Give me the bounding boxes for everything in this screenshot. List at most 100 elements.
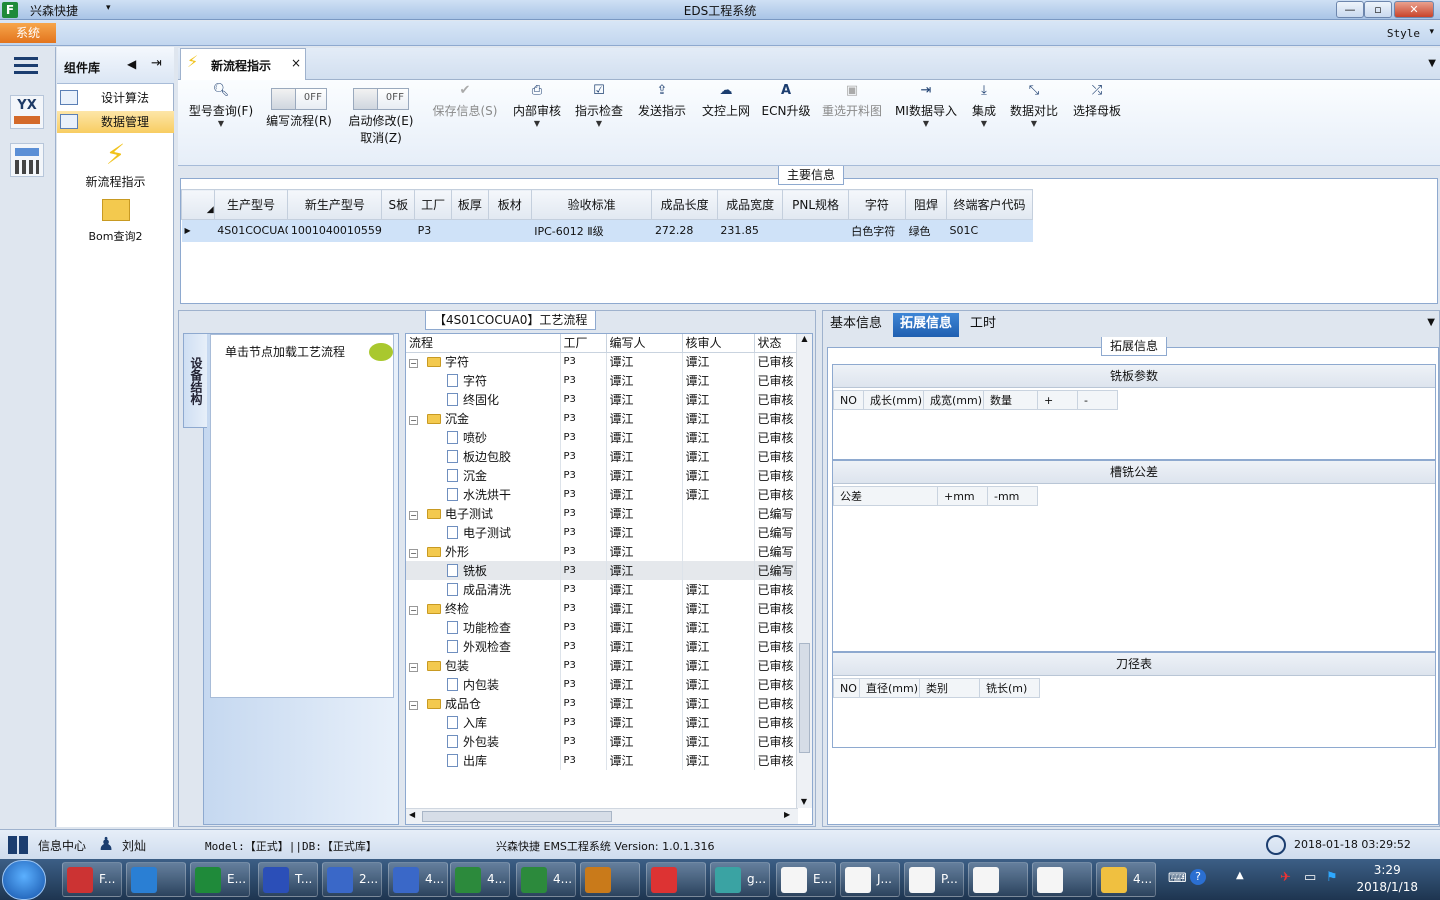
tab-work-hours[interactable]: 工时 (963, 313, 1003, 337)
sub-column-header[interactable]: NO (833, 390, 864, 410)
info-center-label[interactable]: 信息中心 (38, 837, 86, 854)
component-new-flow-instruction[interactable]: ⚡ 新流程指示 (57, 137, 174, 190)
table-cell[interactable] (381, 219, 415, 242)
collapse-node-icon[interactable]: − (409, 549, 418, 558)
sub-column-header[interactable]: 成长(mm) (863, 390, 924, 410)
taskbar-item[interactable]: 2... (322, 862, 382, 897)
scroll-right-icon[interactable]: ▶ (784, 810, 790, 819)
column-header[interactable]: 验收标准 (530, 189, 653, 220)
info-center-icon[interactable] (8, 836, 28, 854)
taskbar-item[interactable] (1032, 862, 1092, 897)
tray-app-icon[interactable]: ⚑ (1326, 870, 1338, 885)
tab-new-flow-instruction[interactable]: ⚡ 新流程指示 × (180, 48, 306, 80)
collapse-node-icon[interactable]: − (409, 663, 418, 672)
taskbar-item[interactable] (126, 862, 186, 897)
tree-node[interactable]: − 字符 P3 谭江 谭江 已审核 (406, 352, 799, 371)
tree-node[interactable]: 内包装 P3 谭江 谭江 已审核 (406, 675, 799, 694)
model-query-button[interactable]: 🔍︎ 型号查询(F) ▼ (184, 80, 258, 160)
tree-node[interactable]: 沉金 P3 谭江 谭江 已审核 (406, 466, 799, 485)
sub-column-header[interactable]: 铣长(m) (979, 678, 1040, 698)
component-item-data-management[interactable]: 数据管理 (57, 111, 174, 133)
scrollbar-thumb[interactable] (422, 811, 612, 822)
component-bom-query[interactable]: Bom查询2 (57, 197, 174, 244)
dropdown-arrow-icon[interactable]: ▼ (572, 119, 626, 128)
column-header[interactable]: 核审人 (682, 334, 755, 353)
table-cell[interactable]: 白色字符 (848, 219, 906, 242)
tree-node[interactable]: 电子测试 P3 谭江 已编写 (406, 523, 799, 542)
taskbar-item[interactable]: 4... (516, 862, 576, 897)
tray-help-icon[interactable]: ? (1190, 869, 1206, 885)
dropdown-arrow-icon[interactable]: ▼ (892, 119, 960, 128)
tree-node[interactable]: 外观检查 P3 谭江 谭江 已审核 (406, 637, 799, 656)
column-header[interactable]: 板材 (487, 189, 532, 220)
column-header[interactable]: 板厚 (450, 189, 489, 220)
integrate-button[interactable]: ⤓ 集成 ▼ (966, 80, 1002, 160)
tree-node[interactable]: 功能检查 P3 谭江 谭江 已审核 (406, 618, 799, 637)
sub-column-header[interactable]: 数量 (983, 390, 1038, 410)
table-cell[interactable]: P3 (414, 219, 452, 242)
table-cell[interactable]: IPC-6012 Ⅱ级 (531, 219, 652, 242)
ecn-upgrade-button[interactable]: A ECN升级 (760, 80, 812, 160)
sub-column-header[interactable]: +mm (937, 486, 988, 506)
cancel-label[interactable]: 取消(Z) (342, 129, 420, 146)
sub-column-header[interactable]: 类别 (919, 678, 980, 698)
table-cell[interactable]: 10010400105596 (287, 219, 382, 242)
collapse-node-icon[interactable]: − (409, 359, 418, 369)
tree-node[interactable]: − 外形 P3 谭江 已编写 (406, 542, 799, 561)
column-header[interactable]: 新生产型号 (287, 189, 383, 220)
taskbar-item[interactable]: 4... (388, 862, 448, 897)
column-header[interactable]: S板 (381, 189, 416, 220)
table-cell[interactable]: 绿色 (905, 219, 947, 242)
start-button[interactable] (2, 860, 46, 900)
save-info-button[interactable]: ✔ 保存信息(S) (428, 80, 502, 160)
tab-basic-info[interactable]: 基本信息 (823, 313, 889, 337)
column-header[interactable]: 字符 (847, 189, 907, 220)
tab-close-icon[interactable]: × (291, 56, 301, 70)
taskbar-item[interactable]: J... (840, 862, 900, 897)
quick-access-chevron-icon[interactable]: ▾ (106, 3, 111, 13)
dropdown-arrow-icon[interactable]: ▼ (966, 119, 1002, 128)
column-header[interactable]: 成品宽度 (716, 189, 784, 220)
collapse-node-icon[interactable]: − (409, 606, 418, 615)
scroll-down-icon[interactable]: ▼ (797, 797, 811, 806)
taskbar-item[interactable]: T... (258, 862, 318, 897)
table-cell[interactable]: S01C (946, 219, 1033, 242)
style-dropdown-icon[interactable]: ▾ (1429, 27, 1434, 37)
sub-column-header[interactable]: NO (833, 678, 860, 698)
collapse-node-icon[interactable]: − (409, 416, 418, 425)
yx-factory-icon[interactable]: YX (10, 95, 44, 129)
tab-list-dropdown-icon[interactable]: ▼ (1428, 58, 1436, 69)
internal-review-button[interactable]: ⎙ 内部审核 ▼ (510, 80, 564, 160)
close-button[interactable]: ✕ (1394, 1, 1434, 18)
tab-list-dropdown-icon[interactable]: ▼ (1427, 317, 1435, 328)
table-row[interactable]: ▶ 4S01COCUA0 10010400105596 P3 IPC-6012 Ⅱ级 27… (181, 219, 1033, 242)
sub-column-header[interactable]: 成宽(mm) (923, 390, 984, 410)
table-cell[interactable]: 231.85 (717, 219, 783, 242)
scroll-left-icon[interactable]: ◀ (409, 810, 415, 819)
mi-import-button[interactable]: ⇥ MI数据导入 ▼ (892, 80, 960, 160)
dropdown-arrow-icon[interactable]: ▼ (510, 119, 564, 128)
table-cell[interactable] (782, 219, 849, 242)
sub-column-header[interactable]: - (1077, 390, 1118, 410)
scrollbar-thumb[interactable] (799, 643, 810, 753)
style-label[interactable]: Style (1387, 27, 1420, 40)
tree-node[interactable]: 成品清洗 P3 谭江 谭江 已审核 (406, 580, 799, 599)
tree-node[interactable]: 出库 P3 谭江 谭江 已审核 (406, 751, 799, 770)
table-cell[interactable] (488, 219, 532, 242)
tree-node[interactable]: − 包装 P3 谭江 谭江 已审核 (406, 656, 799, 675)
tab-extended-info[interactable]: 拓展信息 (893, 313, 960, 337)
tree-node[interactable]: 喷砂 P3 谭江 谭江 已审核 (406, 428, 799, 447)
tray-monitor-icon[interactable]: ▭ (1304, 870, 1316, 885)
column-header[interactable]: 状态 (754, 334, 799, 353)
toggle-switch[interactable]: OFF (271, 88, 327, 110)
tree-node[interactable]: 水洗烘干 P3 谭江 谭江 已审核 (406, 485, 799, 504)
tab-device-structure[interactable]: 设备结构 (183, 333, 207, 428)
reselect-material-button[interactable]: ▣ 重选开料图 (818, 80, 886, 160)
sub-column-header[interactable]: 直径(mm) (859, 678, 920, 698)
collapse-node-icon[interactable]: − (409, 701, 418, 710)
tray-network-icon[interactable]: ✈ (1280, 870, 1291, 885)
taskbar-item[interactable]: P... (904, 862, 964, 897)
collapse-node-icon[interactable]: − (409, 511, 418, 520)
taskbar-item[interactable]: E... (776, 862, 836, 897)
column-header[interactable]: 阻焊 (905, 189, 947, 220)
